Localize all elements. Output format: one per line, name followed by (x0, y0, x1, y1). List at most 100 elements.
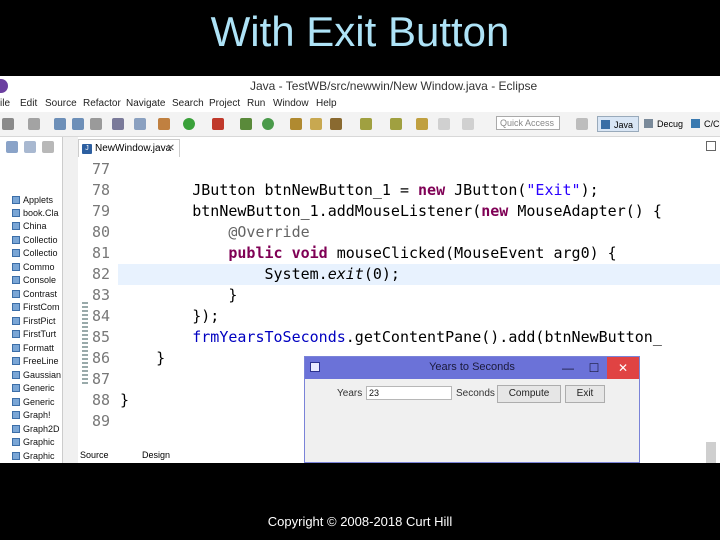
dialog-maximize-button[interactable]: ☐ (581, 357, 607, 379)
list-item[interactable]: Generic (12, 397, 62, 410)
view-menu-icon[interactable] (42, 141, 54, 153)
menu-refactor[interactable]: Refactor (83, 98, 121, 109)
code-line[interactable]: 78 JButton btnNewButton_1 = new JButton(… (78, 180, 720, 201)
code-text: frmYearsToSeconds.getContentPane().add(b… (192, 328, 662, 346)
perspective-java[interactable]: Java (597, 116, 639, 132)
menu-source[interactable]: Source (45, 98, 77, 109)
code-line[interactable]: 81 public void mouseClicked(MouseEvent a… (78, 243, 720, 264)
print-icon[interactable] (90, 118, 102, 130)
breakpoint-ruler (82, 302, 88, 384)
code-line[interactable]: 85 frmYearsToSeconds.getContentPane().ad… (78, 327, 720, 348)
line-number: 79 (91, 202, 110, 220)
menu-run[interactable]: Run (247, 98, 265, 109)
code-text: JButton btnNewButton_1 = new JButton("Ex… (120, 181, 599, 199)
collapse-all-icon[interactable] (6, 141, 18, 153)
code-line[interactable]: 80 @Override (78, 222, 720, 243)
dialog-close-button[interactable]: ✕ (607, 357, 639, 379)
list-item[interactable]: Contrast (12, 289, 62, 302)
search-icon[interactable] (330, 118, 342, 130)
last-edit-icon[interactable] (416, 118, 428, 130)
menu-file[interactable]: ile (0, 98, 10, 109)
new-icon[interactable] (2, 118, 14, 130)
project-icon (12, 452, 20, 460)
project-icon (12, 276, 20, 284)
menu-search[interactable]: Search (172, 98, 204, 109)
new-dropdown-icon[interactable] (28, 118, 40, 130)
list-item[interactable]: Collectio (12, 235, 62, 248)
coverage-icon[interactable] (212, 118, 224, 130)
slide-title: With Exit Button (210, 8, 510, 55)
java-perspective-icon (601, 120, 610, 129)
line-number: 82 (91, 265, 110, 283)
list-item[interactable]: Console (12, 275, 62, 288)
menu-navigate[interactable]: Navigate (126, 98, 165, 109)
project-icon (12, 398, 20, 406)
list-item[interactable]: Generic (12, 383, 62, 396)
code-line[interactable]: 82 System.exit(0); (78, 264, 720, 285)
prev-annotation-icon[interactable] (390, 118, 402, 130)
list-item[interactable]: Graphic (12, 437, 62, 450)
list-item[interactable]: Applets (12, 195, 62, 208)
compute-button[interactable]: Compute (497, 385, 561, 403)
save-all-icon[interactable] (72, 118, 84, 130)
code-text: public void mouseClicked(MouseEvent arg0… (228, 244, 617, 262)
editor-tab[interactable]: J NewWindow.java ✕ (78, 139, 180, 157)
open-perspective-icon[interactable] (576, 118, 588, 130)
project-icon (12, 411, 20, 419)
code-line[interactable]: 77 (78, 159, 720, 180)
list-item[interactable]: Formatt (12, 343, 62, 356)
code-text: }); (120, 307, 220, 325)
years-input[interactable]: 23 (366, 386, 452, 400)
back-icon[interactable] (438, 118, 450, 130)
list-item[interactable]: Graphic (12, 451, 62, 463)
run-icon[interactable] (183, 118, 195, 130)
line-number: 81 (91, 244, 110, 262)
minimize-editor-icon[interactable] (706, 141, 716, 151)
code-line[interactable]: 79 btnNewButton_1.addMouseListener(new M… (78, 201, 720, 222)
debug-perspective-icon (644, 119, 653, 128)
close-tab-icon[interactable]: ✕ (167, 140, 175, 158)
list-item[interactable]: Gaussian (12, 370, 62, 383)
tab-design[interactable]: Design (142, 450, 170, 460)
slide-footer: Copyright © 2008-2018 Curt Hill (267, 514, 453, 529)
link-editor-icon[interactable] (24, 141, 36, 153)
new-class-icon[interactable] (262, 118, 274, 130)
list-item[interactable]: FirstPict (12, 316, 62, 329)
quick-access-field[interactable]: Quick Access (496, 116, 560, 130)
list-item[interactable]: Graph! (12, 410, 62, 423)
line-number: 78 (91, 181, 110, 199)
list-item[interactable]: Graph2D (12, 424, 62, 437)
save-icon[interactable] (54, 118, 66, 130)
code-line[interactable]: 84 }); (78, 306, 720, 327)
open-task-icon[interactable] (310, 118, 322, 130)
perspective-debug[interactable]: Decug (641, 116, 685, 132)
new-java-project-icon[interactable] (240, 118, 252, 130)
dialog-minimize-button[interactable]: — (555, 357, 581, 379)
skip-breakpoints-icon[interactable] (112, 118, 124, 130)
code-line[interactable]: 83 } (78, 285, 720, 306)
menu-window[interactable]: Window (273, 98, 309, 109)
menu-help[interactable]: Help (316, 98, 337, 109)
forward-icon[interactable] (462, 118, 474, 130)
list-item[interactable]: China (12, 221, 62, 234)
open-type-icon[interactable] (290, 118, 302, 130)
editor-bottom-tabs: Source Design (78, 449, 328, 463)
list-item[interactable]: Commo (12, 262, 62, 275)
list-item[interactable]: FreeLine (12, 356, 62, 369)
menu-edit[interactable]: Edit (20, 98, 37, 109)
external-tools-icon[interactable] (158, 118, 170, 130)
project-icon (12, 249, 20, 257)
package-explorer: Applets book.Cla China Collectio Collect… (0, 137, 63, 463)
exit-button[interactable]: Exit (565, 385, 605, 403)
menu-project[interactable]: Project (209, 98, 240, 109)
list-item[interactable]: book.Cla (12, 208, 62, 221)
list-item[interactable]: FirstCom (12, 302, 62, 315)
debug-icon[interactable] (134, 118, 146, 130)
vertical-scrollbar[interactable] (706, 442, 716, 463)
list-item[interactable]: FirstTurt (12, 329, 62, 342)
window-title: Java - TestWB/src/newwin/New Window.java… (250, 79, 538, 93)
list-item[interactable]: Collectio (12, 248, 62, 261)
tab-source[interactable]: Source (80, 450, 109, 460)
perspective-cpp[interactable]: C/C++ (688, 116, 720, 132)
next-annotation-icon[interactable] (360, 118, 372, 130)
